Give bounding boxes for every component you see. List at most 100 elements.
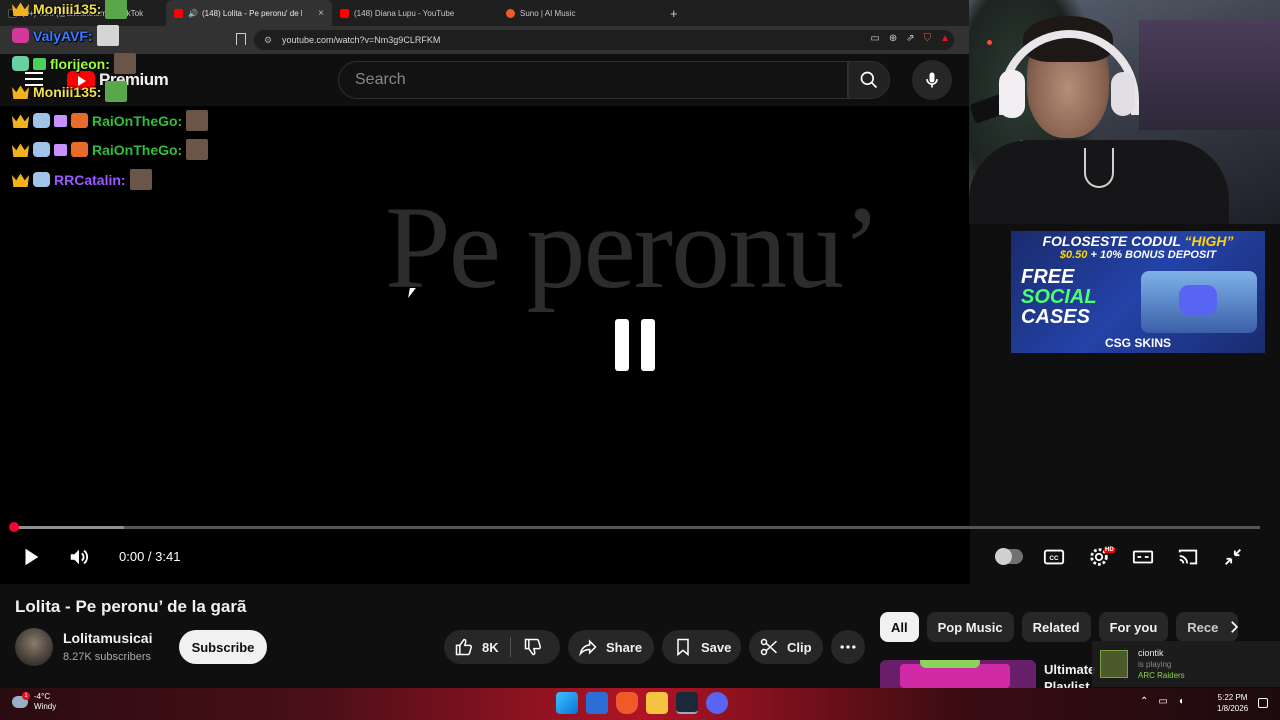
cast-tab-icon[interactable]: ▭ [870, 33, 879, 44]
share-arrow-icon [579, 639, 597, 657]
thumbs-up-icon [455, 638, 473, 656]
og-badge-icon [12, 56, 29, 71]
brave-rewards-icon[interactable]: ▲ [940, 33, 950, 44]
brave-shield-icon[interactable]: ⛉ [924, 33, 932, 44]
tab-label: (148) Diana Lupu - YouTube [354, 8, 455, 18]
discord-case-image [1141, 271, 1257, 333]
gift-badge-icon [33, 57, 46, 70]
volume-button[interactable] [64, 543, 94, 571]
recommendation-thumbnail[interactable] [880, 660, 1036, 688]
headphone-cup-right [1111, 72, 1135, 116]
recommendation-title[interactable]: Ultimate [1044, 662, 1095, 677]
steam-icon[interactable] [676, 692, 698, 714]
chip-related[interactable]: Related [1021, 612, 1091, 642]
search-icon [860, 71, 878, 89]
chips-next-button[interactable] [1222, 615, 1246, 639]
zoom-icon[interactable]: ⊕ [889, 33, 897, 44]
voice-search-button[interactable] [912, 60, 952, 100]
ad-cases: CASES [1021, 306, 1090, 328]
clip-button[interactable]: Clip [749, 630, 823, 664]
chip-for-you[interactable]: For you [1098, 612, 1169, 642]
weather-widget[interactable]: -4°C Windy [12, 692, 56, 712]
chat-username: Moniii135: [33, 83, 102, 100]
ad-bonus: $0.50 + 10% BONUS DEPOSIT [1011, 249, 1265, 261]
subscribe-button[interactable]: Subscribe [179, 630, 267, 664]
friend-avatar [1100, 650, 1128, 678]
chat-message: ValyAVF: [12, 25, 119, 46]
like-count: 8K [482, 639, 499, 655]
captions-button[interactable]: CC [1039, 543, 1069, 571]
steam-notification[interactable]: ciontik is playing ARC Raiders [1092, 641, 1280, 687]
system-clock[interactable]: 5:22 PM 1/8/2026 [1217, 692, 1248, 714]
network-icon[interactable]: ▭ [1158, 696, 1167, 707]
fullscreen-exit-button[interactable] [1218, 543, 1248, 571]
url-bar[interactable]: ⚙ youtube.com/watch?v=Nm3g9CLRFKM ▭ ⊕ ⇗ … [254, 30, 954, 50]
more-horizontal-icon [840, 645, 856, 649]
new-tab-button[interactable]: + [670, 6, 678, 21]
pepe-emote-icon [105, 81, 128, 102]
background-shelf [1139, 20, 1280, 130]
progress-bar[interactable] [12, 526, 1260, 529]
tab-suno[interactable]: Suno | AI Music [498, 0, 664, 26]
chip-all[interactable]: All [880, 612, 919, 642]
share-button[interactable]: Share [568, 630, 654, 664]
chat-message: RaiOnTheGo: [12, 139, 209, 160]
channel-avatar[interactable] [15, 628, 53, 666]
channel-name[interactable]: Lolitamusicai [63, 630, 152, 646]
chat-message: Moniii135: [12, 81, 128, 102]
thumbs-down-icon [524, 638, 542, 656]
like-button[interactable]: 8K [444, 637, 510, 657]
crown-badge-icon [12, 85, 29, 99]
pepe-emote-icon [105, 0, 128, 19]
chat-username: RaiOnTheGo: [92, 112, 183, 129]
brave-browser-icon[interactable] [616, 692, 638, 714]
webcam-overlay [969, 0, 1280, 224]
search-button[interactable] [848, 61, 890, 99]
necklace [1084, 148, 1114, 188]
chat-message: RaiOnTheGo: [12, 110, 209, 131]
rl-badge-icon [71, 142, 88, 157]
progress-scrubber[interactable] [9, 522, 19, 532]
notification-center-icon[interactable] [1258, 698, 1268, 708]
tab-diana-lupu[interactable]: (148) Diana Lupu - YouTube [332, 0, 498, 26]
chat-username: Moniii135: [33, 0, 102, 17]
ad-promo-code: FOLOSESTE CODUL “HIGH” [1011, 233, 1265, 249]
save-button[interactable]: Save [662, 630, 741, 664]
chat-username: ValyAVF: [33, 27, 93, 44]
chevron-right-icon [1231, 621, 1239, 633]
clip-label: Clip [787, 639, 812, 655]
site-info-icon[interactable]: ⚙ [264, 35, 274, 46]
clock-date: 1/8/2026 [1217, 704, 1249, 713]
bookmark-icon[interactable] [236, 33, 246, 45]
chat-username: RaiOnTheGo: [92, 141, 183, 158]
ad-brand: CSG SKINS [1104, 336, 1171, 350]
cast-button[interactable] [1173, 543, 1203, 571]
theater-mode-button[interactable] [1128, 543, 1158, 571]
file-explorer-icon[interactable] [646, 692, 668, 714]
time-separator: / [144, 549, 156, 564]
bot-badge-icon [33, 142, 50, 157]
youtube-icon [340, 8, 349, 18]
task-view-icon[interactable] [586, 692, 608, 714]
closed-captions-icon: CC [1043, 549, 1065, 565]
search-input[interactable]: Search [338, 61, 848, 99]
windows-start-icon[interactable] [556, 692, 578, 714]
time-display: 0:00 / 3:41 [119, 549, 180, 564]
ad-free: FREE [1021, 266, 1075, 288]
dislike-button[interactable] [523, 637, 543, 657]
close-tab-icon[interactable]: × [318, 8, 324, 19]
temperature: -4°C [34, 692, 51, 701]
weather-condition: Windy [34, 702, 57, 711]
speaker-icon[interactable]: ◖ [1178, 696, 1184, 707]
suno-icon [506, 8, 515, 18]
play-button[interactable] [16, 543, 46, 571]
chip-pop-music[interactable]: Pop Music [926, 612, 1014, 642]
more-actions-button[interactable] [831, 630, 865, 664]
friend-name: ciontik [1138, 647, 1164, 658]
chevron-up-icon[interactable]: ⌃ [1140, 696, 1148, 707]
autoplay-toggle[interactable] [995, 548, 1023, 565]
share-icon[interactable]: ⇗ [906, 33, 914, 44]
tab-lolita[interactable]: 🔊 (148) Lolita - Pe peronu' de la gară × [166, 0, 332, 26]
url-text: youtube.com/watch?v=Nm3g9CLRFKM [282, 35, 441, 45]
discord-icon[interactable] [706, 692, 728, 714]
